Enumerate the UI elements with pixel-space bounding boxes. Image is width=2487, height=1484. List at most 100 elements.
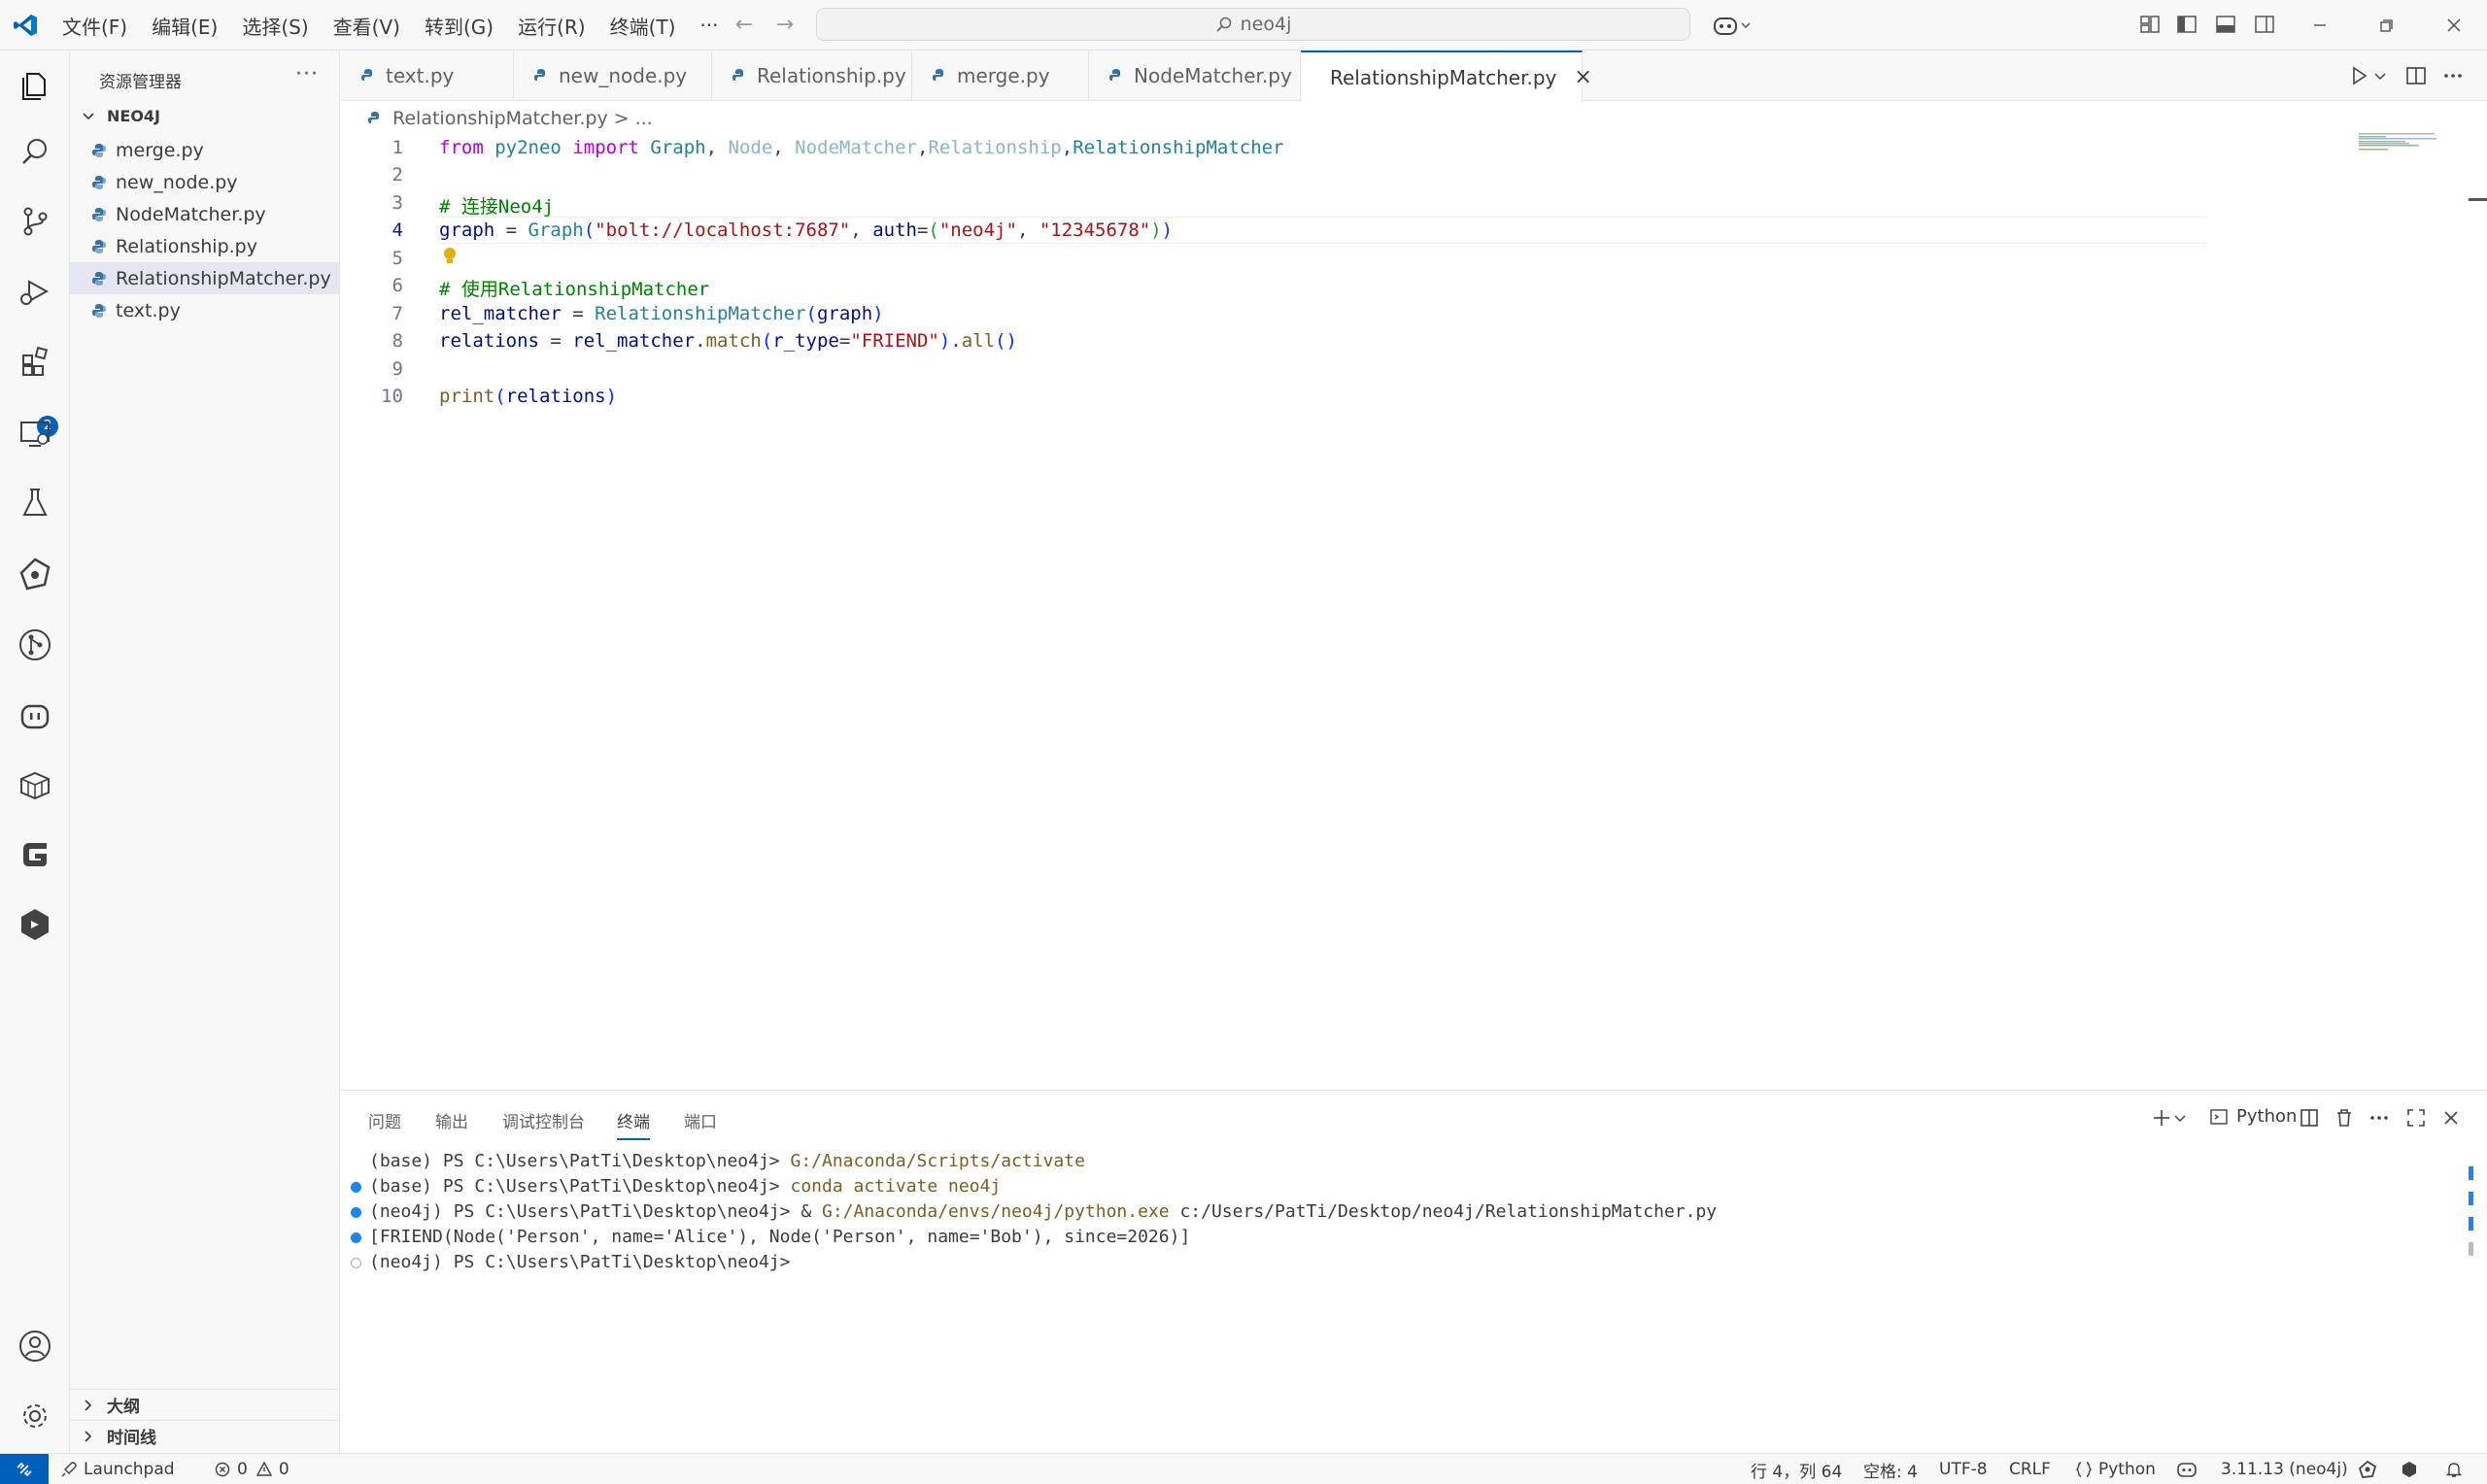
status-indentation[interactable]: 空格: 4 xyxy=(1863,1454,1918,1484)
status-problems[interactable]: 0 0 xyxy=(214,1454,290,1484)
status-bar: Launchpad 0 0 行 4，列 64 空格: 4 UTF-8 CRLF … xyxy=(0,1453,2487,1484)
tab-relationship-py[interactable]: Relationship.py xyxy=(712,51,912,101)
toggle-panel-icon[interactable] xyxy=(2215,14,2236,35)
command-pending-dot[interactable] xyxy=(351,1258,361,1268)
panel-tab-terminal[interactable]: 终端 xyxy=(617,1108,650,1140)
menu-go[interactable]: 转到(G) xyxy=(425,12,494,40)
neo4j-extension-icon[interactable] xyxy=(16,556,54,594)
code-token: r_type xyxy=(772,330,839,352)
remote-explorer-icon[interactable] xyxy=(16,414,54,453)
breadcrumb-symbols[interactable]: ... xyxy=(635,108,653,129)
nav-back-icon[interactable]: ← xyxy=(732,14,756,37)
status-language[interactable]: Python xyxy=(2075,1454,2156,1484)
gitee-icon[interactable] xyxy=(16,835,54,874)
command-success-dot[interactable] xyxy=(351,1232,361,1243)
folder-neo4j[interactable]: NEO4J xyxy=(80,107,160,125)
file-new-node[interactable]: new_node.py xyxy=(70,166,339,198)
error-icon xyxy=(215,1462,230,1477)
close-tab-icon[interactable]: × xyxy=(1574,65,1591,89)
command-center-search[interactable]: neo4j xyxy=(816,8,1690,41)
panel-tab-ports[interactable]: 端口 xyxy=(684,1108,717,1132)
tab-new-node-py[interactable]: new_node.py xyxy=(514,51,712,101)
menu-file[interactable]: 文件(F) xyxy=(62,12,127,40)
close-window-icon[interactable] xyxy=(2440,12,2468,39)
kill-terminal-trash-icon[interactable] xyxy=(2333,1106,2356,1130)
status-encoding[interactable]: UTF-8 xyxy=(1939,1454,1988,1484)
source-control-icon[interactable] xyxy=(16,202,54,241)
run-dropdown-chevron-icon[interactable] xyxy=(2373,64,2387,87)
git-graph-icon[interactable] xyxy=(16,625,54,664)
status-eol[interactable]: CRLF xyxy=(2009,1454,2051,1484)
search-view-icon[interactable] xyxy=(16,132,54,171)
vscode-logo-icon[interactable] xyxy=(12,12,39,39)
customize-layout-icon[interactable] xyxy=(2139,14,2161,35)
code-editor[interactable]: 1 2 3 4 5 6 7 8 9 10 from py2neo import … xyxy=(341,132,2487,1090)
testing-icon[interactable] xyxy=(16,484,54,523)
editor-more-actions-icon[interactable] xyxy=(2441,64,2465,87)
split-editor-icon[interactable] xyxy=(2404,64,2428,87)
notifications-bell-icon[interactable] xyxy=(2444,1460,2464,1479)
restore-icon[interactable] xyxy=(2372,12,2400,39)
run-debug-icon[interactable] xyxy=(16,272,54,311)
terminal-instance-python[interactable]: Python xyxy=(2209,1106,2297,1127)
containers-icon[interactable] xyxy=(16,765,54,804)
neo4j-status-icon[interactable] xyxy=(2357,1460,2378,1479)
copilot-status-icon[interactable] xyxy=(2176,1460,2197,1479)
split-terminal-icon[interactable] xyxy=(2298,1106,2321,1130)
manage-gear-icon[interactable] xyxy=(16,1397,54,1435)
new-terminal-plus-icon[interactable] xyxy=(2150,1106,2173,1130)
tab-relationshipmatcher-py[interactable]: RelationshipMatcher.py × xyxy=(1301,51,1592,102)
menu-selection[interactable]: 选择(S) xyxy=(242,12,308,40)
lightbulb-icon[interactable] xyxy=(442,245,458,268)
accounts-icon[interactable] xyxy=(16,1327,54,1366)
menu-run[interactable]: 运行(R) xyxy=(518,12,586,40)
terminal-profile-chevron-icon[interactable] xyxy=(2173,1106,2187,1130)
breadcrumb-file[interactable]: RelationshipMatcher.py xyxy=(392,108,608,129)
command-success-dot[interactable] xyxy=(351,1207,361,1218)
file-relationshipmatcher[interactable]: RelationshipMatcher.py xyxy=(70,262,339,294)
snyk-icon[interactable] xyxy=(16,905,54,944)
panel-more-actions-icon[interactable] xyxy=(2368,1106,2391,1130)
copilot-icon[interactable] xyxy=(1712,13,1755,38)
file-nodematcher[interactable]: NodeMatcher.py xyxy=(70,198,339,230)
menu-more[interactable]: ··· xyxy=(699,14,718,37)
code-line-1: from py2neo import Graph, Node, NodeMatc… xyxy=(439,137,1284,158)
tab-merge-py[interactable]: merge.py xyxy=(912,51,1089,101)
minimize-icon[interactable] xyxy=(2306,12,2334,39)
timeline-section[interactable]: 时间线 xyxy=(70,1420,339,1451)
remote-indicator[interactable] xyxy=(0,1454,49,1484)
tab-text-py[interactable]: text.py xyxy=(341,51,514,101)
menu-view[interactable]: 查看(V) xyxy=(333,12,400,40)
menu-edit[interactable]: 编辑(E) xyxy=(152,12,218,40)
panel-tab-problems[interactable]: 问题 xyxy=(368,1108,401,1132)
file-label: NodeMatcher.py xyxy=(116,203,266,225)
explorer-icon[interactable] xyxy=(16,66,54,105)
file-relationship[interactable]: Relationship.py xyxy=(70,230,339,262)
file-merge[interactable]: merge.py xyxy=(70,134,339,166)
minimap[interactable] xyxy=(2359,132,2475,171)
snyk-status-icon[interactable] xyxy=(2400,1460,2419,1479)
panel-tab-output[interactable]: 输出 xyxy=(435,1108,468,1132)
nav-forward-icon[interactable]: → xyxy=(773,14,797,37)
code-token: "neo4j" xyxy=(938,219,1017,241)
status-launchpad[interactable]: Launchpad xyxy=(60,1454,175,1484)
close-panel-icon[interactable] xyxy=(2439,1106,2463,1130)
code-token: graph xyxy=(816,303,873,324)
language-label: Python xyxy=(2098,1460,2156,1479)
status-cursor-position[interactable]: 行 4，列 64 xyxy=(1751,1454,1842,1484)
menu-terminal[interactable]: 终端(T) xyxy=(610,12,676,40)
outline-section[interactable]: 大纲 xyxy=(70,1389,339,1420)
toggle-primary-sidebar-icon[interactable] xyxy=(2176,14,2197,35)
explorer-more-actions[interactable]: ··· xyxy=(295,62,319,86)
toggle-secondary-sidebar-icon[interactable] xyxy=(2254,14,2275,35)
file-text[interactable]: text.py xyxy=(70,294,339,326)
status-interpreter[interactable]: 3.11.13 (neo4j) xyxy=(2221,1454,2348,1484)
panel-tab-debug-console[interactable]: 调试控制台 xyxy=(502,1108,585,1132)
line-number: 2 xyxy=(392,164,403,186)
copilot-chat-icon[interactable] xyxy=(16,695,54,734)
extensions-icon[interactable] xyxy=(16,342,54,381)
command-success-dot[interactable] xyxy=(351,1182,361,1193)
tab-nodematcher-py[interactable]: NodeMatcher.py xyxy=(1089,51,1301,101)
maximize-panel-icon[interactable] xyxy=(2404,1106,2428,1130)
run-python-file-icon[interactable] xyxy=(2348,64,2371,87)
